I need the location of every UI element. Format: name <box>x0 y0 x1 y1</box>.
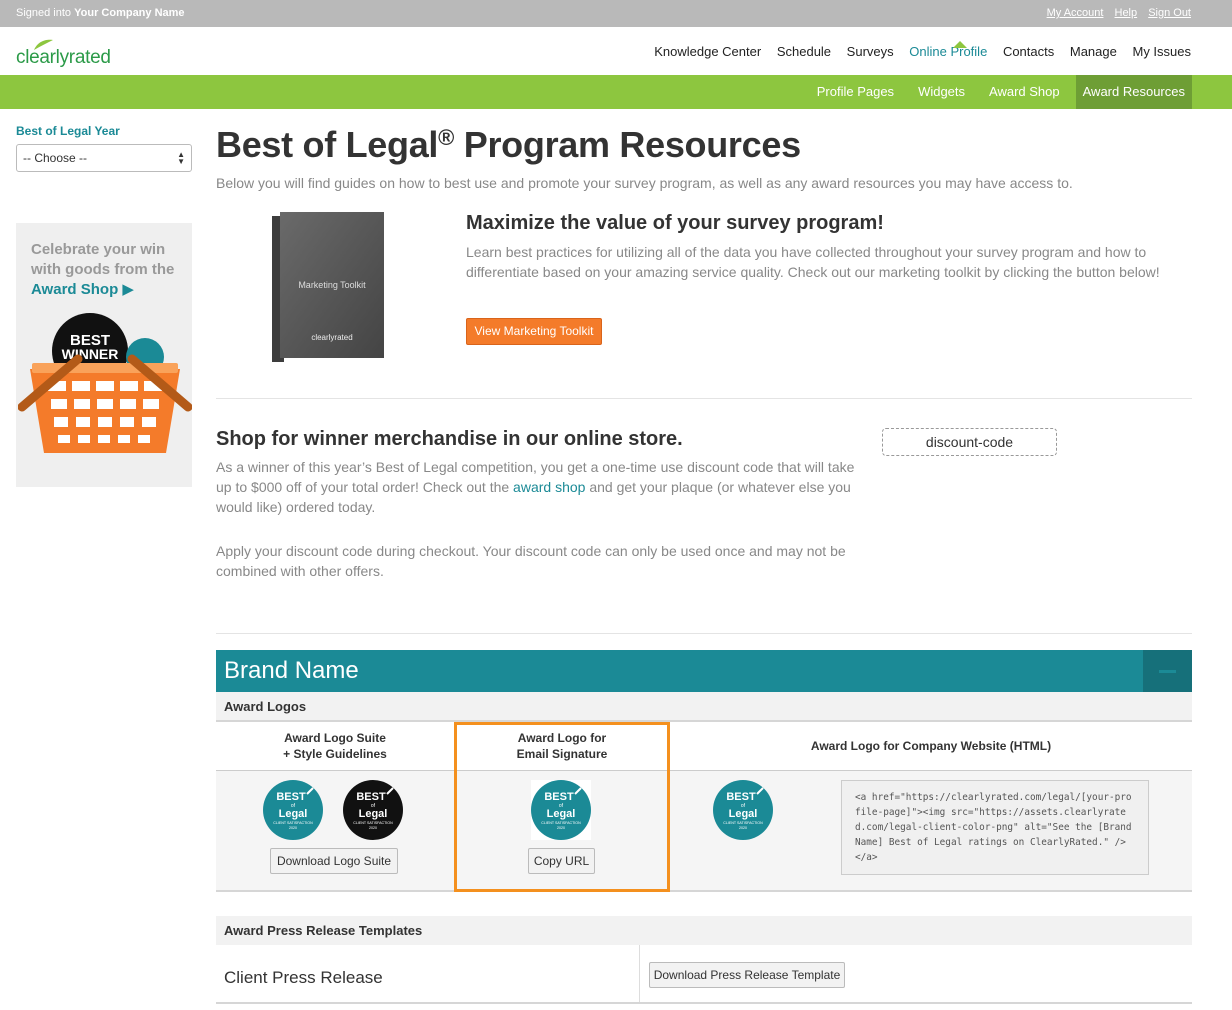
shop-title: Shop for winner merchandise in our onlin… <box>216 428 683 450</box>
my-account-link[interactable]: My Account <box>1047 7 1104 19</box>
year-select[interactable]: -- Choose -- ▲ ▼ <box>16 144 192 172</box>
best-of-legal-color-badge[interactable]: BEST of Legal CLIENT SATISFACTION 2020 <box>263 780 323 840</box>
subnav-profile-pages[interactable]: Profile Pages <box>809 75 902 109</box>
select-arrows-icon: ▲ ▼ <box>177 150 185 166</box>
page-title: Best of Legal® Program Resources <box>216 124 801 166</box>
badge-sub-text: CLIENT SATISFACTION <box>353 821 393 825</box>
discount-code-box[interactable]: discount-code <box>882 428 1057 456</box>
promo-shop-link-text: Award Shop <box>31 281 119 298</box>
marketing-title: Maximize the value of your survey progra… <box>466 212 884 234</box>
promo-line-2: with goods from the <box>31 261 175 278</box>
badge-year-text: 2020 <box>739 826 747 830</box>
copy-url-button[interactable]: Copy URL <box>528 848 595 874</box>
email-signature-badge[interactable]: BEST of Legal CLIENT SATISFACTION 2020 <box>531 780 591 840</box>
badge-legal-text: Legal <box>359 808 388 820</box>
promo-line-1: Celebrate your win <box>31 241 166 258</box>
subnav-award-resources[interactable]: Award Resources <box>1075 75 1192 109</box>
top-bar: Signed into Your Company Name My Account… <box>0 0 1232 27</box>
nav-my-issues[interactable]: My Issues <box>1132 44 1191 59</box>
badge-best-text: BEST <box>356 791 386 803</box>
award-shop-promo[interactable]: Celebrate your win with goods from the A… <box>16 223 192 487</box>
badge-best-text: BEST <box>544 791 574 803</box>
marketing-text: Learn best practices for utilizing all o… <box>466 244 1160 280</box>
badge-sub-text: CLIENT SATISFACTION <box>273 821 313 825</box>
promo-text: Celebrate your win with goods from the A… <box>31 240 174 300</box>
col-email-signature-header: Award Logo for Email Signature <box>454 722 670 770</box>
client-press-release-label: Client Press Release <box>224 968 383 987</box>
col-email-line-2: Email Signature <box>516 747 608 761</box>
play-arrow-icon: ▶ <box>122 281 134 298</box>
section-rule <box>216 890 1192 892</box>
book-logo: clearlyrated <box>311 333 352 342</box>
signed-prefix: Signed into <box>16 7 75 19</box>
page-title-rest: Program Resources <box>454 124 801 165</box>
registered-mark: ® <box>438 125 455 150</box>
book-title: Marketing Toolkit <box>298 280 366 290</box>
download-press-release-button[interactable]: Download Press Release Template <box>649 962 845 988</box>
year-select-label: Best of Legal Year <box>16 124 120 138</box>
clearlyrated-logo[interactable]: clearlyrated <box>16 39 126 69</box>
badge-legal-text: Legal <box>729 808 758 820</box>
shopping-basket-icon: BEST WINNER <box>18 313 192 453</box>
promo-shop-link[interactable]: Award Shop ▶ <box>31 280 174 300</box>
marketing-toolkit-book-image: Marketing Toolkit clearlyrated <box>272 212 384 362</box>
website-html-code[interactable]: <a href="https://clearlyrated.com/legal/… <box>841 780 1149 875</box>
shop-discount-note: Apply your discount code during checkout… <box>216 543 846 579</box>
col-email-line-1: Award Logo for <box>517 731 607 745</box>
nav-schedule[interactable]: Schedule <box>777 44 831 59</box>
company-name: Your Company Name <box>74 7 185 19</box>
award-shop-link[interactable]: award shop <box>513 479 585 495</box>
logo-text: clearlyrated <box>16 47 111 68</box>
award-logos-header: Award Logos <box>216 692 1192 721</box>
collapse-minus-icon[interactable] <box>1143 650 1192 692</box>
badge-sub-text: CLIENT SATISFACTION <box>541 821 581 825</box>
badge-legal-text: Legal <box>547 808 576 820</box>
account-links: My Account Help Sign Out <box>1039 7 1191 19</box>
help-link[interactable]: Help <box>1115 7 1138 19</box>
badge-legal-text: Legal <box>279 808 308 820</box>
sub-nav: Profile Pages Widgets Award Shop Award R… <box>0 75 1232 109</box>
press-release-row: Client Press Release Download Press Rele… <box>216 945 1192 1003</box>
divider <box>216 633 1192 634</box>
badge-year-text: 2020 <box>557 826 565 830</box>
brand-name: Brand Name <box>224 657 359 684</box>
shop-text: As a winner of this year’s Best of Legal… <box>216 457 866 517</box>
nav-manage[interactable]: Manage <box>1070 44 1117 59</box>
col-website-html-header: Award Logo for Company Website (HTML) <box>810 739 1052 753</box>
main-nav: Knowledge Center Schedule Surveys Online… <box>642 44 1191 59</box>
subnav-widgets[interactable]: Widgets <box>910 75 973 109</box>
signed-in-text: Signed into Your Company Name <box>16 7 185 19</box>
website-badge[interactable]: BEST of Legal CLIENT SATISFACTION 2020 <box>713 780 773 840</box>
page-title-main: Best of Legal <box>216 124 439 165</box>
view-marketing-toolkit-button[interactable]: View Marketing Toolkit <box>466 318 602 345</box>
subnav-award-shop[interactable]: Award Shop <box>981 75 1068 109</box>
best-of-legal-black-badge[interactable]: BEST of Legal CLIENT SATISFACTION 2020 <box>343 780 403 840</box>
download-logo-suite-button[interactable]: Download Logo Suite <box>270 848 398 874</box>
column-divider <box>639 945 640 1003</box>
brand-section-header: Brand Name <box>216 650 1192 692</box>
nav-knowledge-center[interactable]: Knowledge Center <box>654 44 761 59</box>
press-release-header: Award Press Release Templates <box>216 916 1192 945</box>
col-logo-suite-line-2: + Style Guidelines <box>283 747 387 761</box>
year-select-value: -- Choose -- <box>23 151 88 165</box>
col-logo-suite-line-1: Award Logo Suite <box>284 731 386 745</box>
header: clearlyrated Knowledge Center Schedule S… <box>0 27 1232 75</box>
col-logo-suite-header: Award Logo Suite + Style Guidelines <box>216 722 454 770</box>
badge-year-text: 2020 <box>369 826 377 830</box>
badge-year-text: 2020 <box>289 826 297 830</box>
active-nav-caret <box>953 41 967 48</box>
divider <box>216 398 1192 399</box>
page-intro: Below you will find guides on how to bes… <box>216 175 1073 191</box>
badge-best-text: BEST <box>726 791 756 803</box>
badge-sub-text: CLIENT SATISFACTION <box>723 821 763 825</box>
promo-badge-winner: WINNER <box>62 346 119 362</box>
nav-online-profile[interactable]: Online Profile <box>909 44 987 59</box>
section-rule <box>216 1002 1192 1004</box>
nav-surveys[interactable]: Surveys <box>847 44 894 59</box>
nav-contacts[interactable]: Contacts <box>1003 44 1054 59</box>
badge-best-text: BEST <box>276 791 306 803</box>
sign-out-link[interactable]: Sign Out <box>1148 7 1191 19</box>
